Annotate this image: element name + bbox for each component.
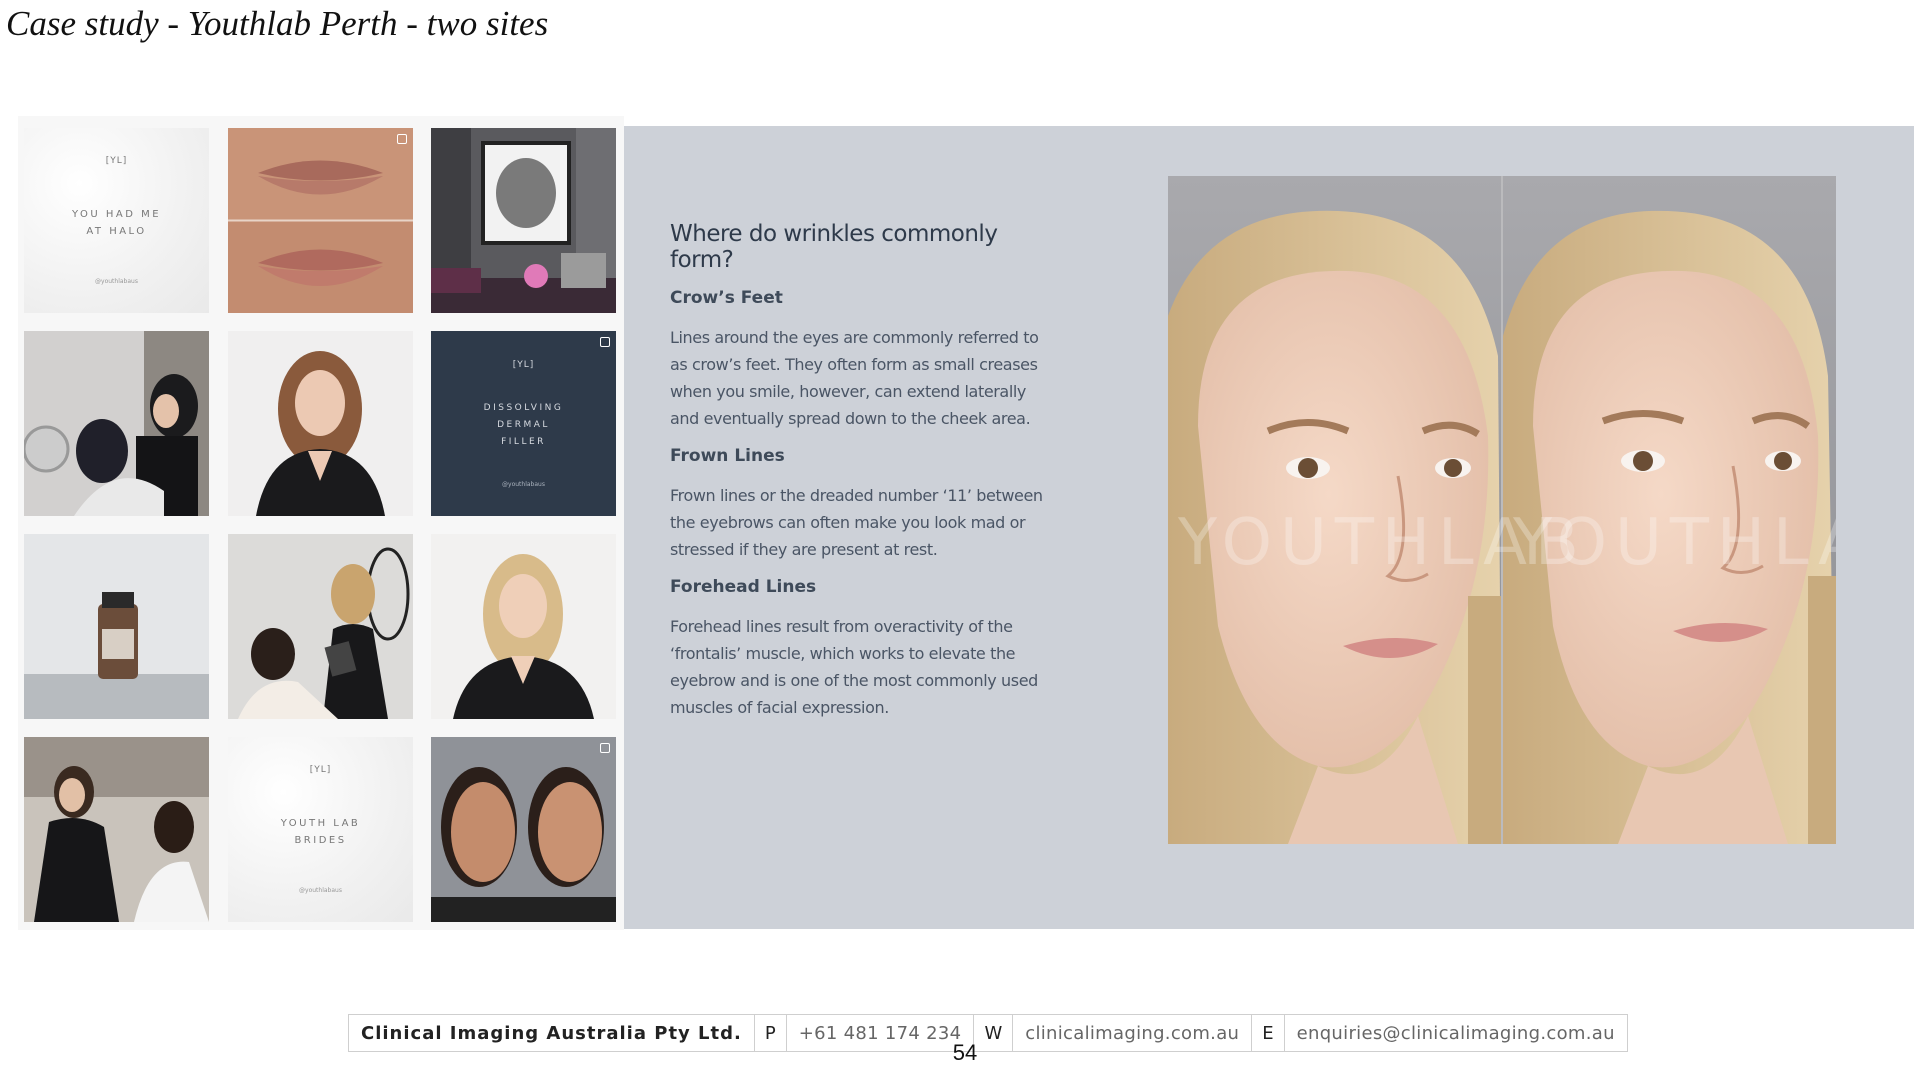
brand-logo: [YL]: [105, 156, 128, 166]
before-after-face-photo: YOUTHLAB YOUTHLAB: [1168, 176, 1836, 844]
post-dissolving-dermal-filler[interactable]: [YL] DISSOLVING DERMAL FILLER @youthlaba…: [431, 331, 616, 516]
section-body-forehead-lines: Forehead lines result from overactivity …: [670, 617, 1038, 717]
phone-key: P: [755, 1015, 787, 1051]
post-product-bottle[interactable]: [24, 534, 209, 719]
post-handle: @youthlabaus: [299, 887, 342, 894]
section-body-crows-feet: Lines around the eyes are commonly refer…: [670, 328, 1039, 428]
post-lips-before-after[interactable]: [228, 128, 413, 313]
post-caption-line: FILLER: [501, 436, 546, 447]
lips-photo: [228, 128, 413, 313]
section-title-forehead-lines: Forehead Lines: [670, 577, 817, 597]
company-name: Clinical Imaging Australia Pty Ltd.: [349, 1015, 755, 1051]
product-photo: [24, 534, 209, 719]
portrait-photo: [228, 331, 413, 516]
post-portrait-blonde[interactable]: [431, 534, 616, 719]
post-treatment-session[interactable]: [228, 534, 413, 719]
email-key: E: [1252, 1015, 1285, 1051]
section-title-crows-feet: Crow’s Feet: [670, 288, 783, 308]
post-consultation-team[interactable]: [24, 737, 209, 922]
consultation-photo: [24, 737, 209, 922]
section-title-frown-lines: Frown Lines: [670, 446, 785, 466]
treatment-photo: [228, 534, 413, 719]
post-face-before-after[interactable]: [431, 737, 616, 922]
post-consultation-mirror[interactable]: [24, 331, 209, 516]
post-handle: @youthlabaus: [502, 480, 545, 488]
post-caption-line: DISSOLVING: [483, 402, 564, 413]
post-caption-line: YOUTH LAB: [280, 818, 361, 829]
post-caption-line: BRIDES: [294, 835, 347, 846]
interior-photo: [431, 128, 616, 313]
post-you-had-me-at-halo[interactable]: [YL] YOU HAD ME AT HALO @youthlabaus: [24, 128, 209, 313]
email-link[interactable]: enquiries@clinicalimaging.com.au: [1285, 1015, 1627, 1051]
multi-image-icon: [600, 337, 610, 347]
web-key: W: [974, 1015, 1014, 1051]
slide-heading: Where do wrinkles commonly form?: [670, 221, 998, 273]
wrinkles-info: Where do wrinkles commonly form? Crow’s …: [670, 221, 1050, 735]
section-body-frown-lines: Frown lines or the dreaded number ‘11’ b…: [670, 486, 1043, 559]
post-youth-lab-brides[interactable]: [YL] YOUTH LAB BRIDES @youthlabaus: [228, 737, 413, 922]
post-handle: @youthlabaus: [95, 278, 138, 285]
instagram-grid: [YL] YOU HAD ME AT HALO @youthlabaus [YL…: [18, 116, 624, 930]
post-caption-line: DERMAL: [497, 419, 550, 430]
wrinkles-slide: Where do wrinkles commonly form? Crow’s …: [624, 126, 1914, 929]
page-title: Case study - Youthlab Perth - two sites: [6, 4, 549, 43]
multi-image-icon: [600, 743, 610, 753]
post-caption-line: YOU HAD ME: [71, 209, 162, 220]
post-clinic-interior[interactable]: [431, 128, 616, 313]
portrait-photo: [431, 534, 616, 719]
website-link[interactable]: clinicalimaging.com.au: [1013, 1015, 1253, 1051]
face-photo: [431, 737, 616, 922]
brand-logo: [YL]: [309, 765, 332, 775]
post-portrait-auburn[interactable]: [228, 331, 413, 516]
watermark: YOUTHLAB: [1513, 506, 1836, 580]
post-caption-line: AT HALO: [86, 226, 147, 237]
brand-logo: [YL]: [512, 359, 535, 370]
multi-image-icon: [397, 134, 407, 144]
consultation-photo: [24, 331, 209, 516]
phone-number[interactable]: +61 481 174 234: [787, 1015, 975, 1051]
contact-footer: Clinical Imaging Australia Pty Ltd. P +6…: [348, 1014, 1628, 1052]
page-number: 54: [952, 1040, 978, 1065]
